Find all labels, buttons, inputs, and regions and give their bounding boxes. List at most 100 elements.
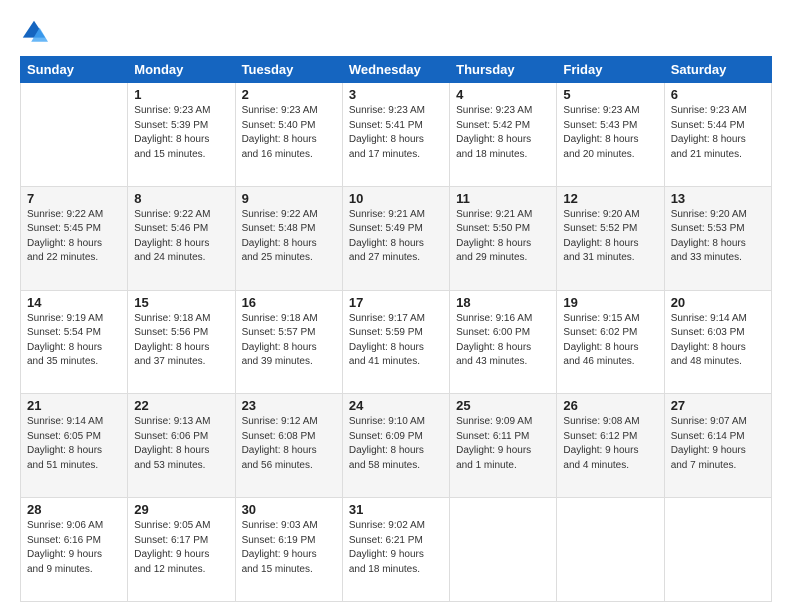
day-number: 25 — [456, 398, 550, 413]
day-number: 30 — [242, 502, 336, 517]
calendar-cell: 8 Sunrise: 9:22 AM Sunset: 5:46 PM Daylig… — [128, 186, 235, 290]
day-info: Sunrise: 9:23 AM Sunset: 5:43 PM Dayligh… — [563, 104, 657, 162]
calendar-cell: 30 Sunrise: 9:03 AM Sunset: 6:19 PM Dayli… — [235, 498, 342, 602]
calendar-header-friday: Friday — [557, 57, 664, 83]
calendar-week-3: 21 Sunrise: 9:14 AM Sunset: 6:05 PM Dayli… — [21, 394, 772, 498]
logo — [20, 18, 52, 46]
day-number: 21 — [27, 398, 121, 413]
day-info: Sunrise: 9:18 AM Sunset: 5:56 PM Dayligh… — [134, 312, 228, 370]
day-info: Sunrise: 9:09 AM Sunset: 6:11 PM Dayligh… — [456, 415, 550, 473]
calendar-cell: 3 Sunrise: 9:23 AM Sunset: 5:41 PM Daylig… — [342, 83, 449, 187]
day-info: Sunrise: 9:21 AM Sunset: 5:49 PM Dayligh… — [349, 208, 443, 266]
calendar-cell: 16 Sunrise: 9:18 AM Sunset: 5:57 PM Dayli… — [235, 290, 342, 394]
day-number: 5 — [563, 87, 657, 102]
day-number: 29 — [134, 502, 228, 517]
calendar-header-wednesday: Wednesday — [342, 57, 449, 83]
calendar-cell: 10 Sunrise: 9:21 AM Sunset: 5:49 PM Dayli… — [342, 186, 449, 290]
calendar-cell: 14 Sunrise: 9:19 AM Sunset: 5:54 PM Dayli… — [21, 290, 128, 394]
day-info: Sunrise: 9:21 AM Sunset: 5:50 PM Dayligh… — [456, 208, 550, 266]
day-info: Sunrise: 9:23 AM Sunset: 5:40 PM Dayligh… — [242, 104, 336, 162]
calendar-header-saturday: Saturday — [664, 57, 771, 83]
day-info: Sunrise: 9:13 AM Sunset: 6:06 PM Dayligh… — [134, 415, 228, 473]
day-info: Sunrise: 9:23 AM Sunset: 5:42 PM Dayligh… — [456, 104, 550, 162]
day-number: 10 — [349, 191, 443, 206]
day-number: 6 — [671, 87, 765, 102]
day-number: 2 — [242, 87, 336, 102]
day-info: Sunrise: 9:20 AM Sunset: 5:53 PM Dayligh… — [671, 208, 765, 266]
day-info: Sunrise: 9:14 AM Sunset: 6:05 PM Dayligh… — [27, 415, 121, 473]
day-info: Sunrise: 9:02 AM Sunset: 6:21 PM Dayligh… — [349, 519, 443, 577]
day-number: 7 — [27, 191, 121, 206]
day-info: Sunrise: 9:20 AM Sunset: 5:52 PM Dayligh… — [563, 208, 657, 266]
calendar-header-monday: Monday — [128, 57, 235, 83]
logo-icon — [20, 18, 48, 46]
day-number: 20 — [671, 295, 765, 310]
day-info: Sunrise: 9:12 AM Sunset: 6:08 PM Dayligh… — [242, 415, 336, 473]
day-number: 12 — [563, 191, 657, 206]
calendar-cell: 21 Sunrise: 9:14 AM Sunset: 6:05 PM Dayli… — [21, 394, 128, 498]
calendar-cell: 18 Sunrise: 9:16 AM Sunset: 6:00 PM Dayli… — [450, 290, 557, 394]
page: SundayMondayTuesdayWednesdayThursdayFrid… — [0, 0, 792, 612]
day-info: Sunrise: 9:23 AM Sunset: 5:41 PM Dayligh… — [349, 104, 443, 162]
day-number: 26 — [563, 398, 657, 413]
calendar-cell: 28Sunrise: 9:06 AM Sunset: 6:16 PM Dayli… — [21, 498, 128, 602]
day-number: 18 — [456, 295, 550, 310]
day-info: Sunrise: 9:06 AM Sunset: 6:16 PM Dayligh… — [27, 519, 121, 577]
calendar-cell: 19Sunrise: 9:15 AM Sunset: 6:02 PM Dayli… — [557, 290, 664, 394]
calendar-cell: 11 Sunrise: 9:21 AM Sunset: 5:50 PM Dayli… — [450, 186, 557, 290]
calendar-week-0: 1Sunrise: 9:23 AM Sunset: 5:39 PM Daylig… — [21, 83, 772, 187]
calendar-cell: 1Sunrise: 9:23 AM Sunset: 5:39 PM Daylig… — [128, 83, 235, 187]
calendar-cell: 26Sunrise: 9:08 AM Sunset: 6:12 PM Dayli… — [557, 394, 664, 498]
day-info: Sunrise: 9:14 AM Sunset: 6:03 PM Dayligh… — [671, 312, 765, 370]
day-info: Sunrise: 9:23 AM Sunset: 5:39 PM Dayligh… — [134, 104, 228, 162]
day-number: 24 — [349, 398, 443, 413]
calendar-header-sunday: Sunday — [21, 57, 128, 83]
calendar-cell: 4 Sunrise: 9:23 AM Sunset: 5:42 PM Daylig… — [450, 83, 557, 187]
calendar-cell: 15 Sunrise: 9:18 AM Sunset: 5:56 PM Dayli… — [128, 290, 235, 394]
calendar-cell: 24 Sunrise: 9:10 AM Sunset: 6:09 PM Dayli… — [342, 394, 449, 498]
header — [20, 18, 772, 46]
calendar-cell: 5 Sunrise: 9:23 AM Sunset: 5:43 PM Daylig… — [557, 83, 664, 187]
day-info: Sunrise: 9:18 AM Sunset: 5:57 PM Dayligh… — [242, 312, 336, 370]
day-number: 31 — [349, 502, 443, 517]
day-number: 13 — [671, 191, 765, 206]
calendar-cell: 13 Sunrise: 9:20 AM Sunset: 5:53 PM Dayli… — [664, 186, 771, 290]
calendar-header-row: SundayMondayTuesdayWednesdayThursdayFrid… — [21, 57, 772, 83]
calendar-cell: 2 Sunrise: 9:23 AM Sunset: 5:40 PM Daylig… — [235, 83, 342, 187]
day-info: Sunrise: 9:05 AM Sunset: 6:17 PM Dayligh… — [134, 519, 228, 577]
calendar-cell — [557, 498, 664, 602]
day-info: Sunrise: 9:17 AM Sunset: 5:59 PM Dayligh… — [349, 312, 443, 370]
calendar-week-4: 28Sunrise: 9:06 AM Sunset: 6:16 PM Dayli… — [21, 498, 772, 602]
day-number: 3 — [349, 87, 443, 102]
day-info: Sunrise: 9:10 AM Sunset: 6:09 PM Dayligh… — [349, 415, 443, 473]
calendar-cell: 20 Sunrise: 9:14 AM Sunset: 6:03 PM Dayli… — [664, 290, 771, 394]
day-number: 17 — [349, 295, 443, 310]
day-number: 9 — [242, 191, 336, 206]
calendar-header-thursday: Thursday — [450, 57, 557, 83]
day-info: Sunrise: 9:16 AM Sunset: 6:00 PM Dayligh… — [456, 312, 550, 370]
calendar-cell — [664, 498, 771, 602]
calendar-cell: 6 Sunrise: 9:23 AM Sunset: 5:44 PM Daylig… — [664, 83, 771, 187]
calendar-week-1: 7Sunrise: 9:22 AM Sunset: 5:45 PM Daylig… — [21, 186, 772, 290]
day-info: Sunrise: 9:22 AM Sunset: 5:46 PM Dayligh… — [134, 208, 228, 266]
day-number: 4 — [456, 87, 550, 102]
calendar-cell: 22 Sunrise: 9:13 AM Sunset: 6:06 PM Dayli… — [128, 394, 235, 498]
calendar-cell: 7Sunrise: 9:22 AM Sunset: 5:45 PM Daylig… — [21, 186, 128, 290]
day-info: Sunrise: 9:03 AM Sunset: 6:19 PM Dayligh… — [242, 519, 336, 577]
day-number: 27 — [671, 398, 765, 413]
day-info: Sunrise: 9:07 AM Sunset: 6:14 PM Dayligh… — [671, 415, 765, 473]
calendar-cell — [450, 498, 557, 602]
calendar-cell: 12 Sunrise: 9:20 AM Sunset: 5:52 PM Dayli… — [557, 186, 664, 290]
day-number: 16 — [242, 295, 336, 310]
calendar-cell: 31 Sunrise: 9:02 AM Sunset: 6:21 PM Dayli… — [342, 498, 449, 602]
calendar-cell: 17 Sunrise: 9:17 AM Sunset: 5:59 PM Dayli… — [342, 290, 449, 394]
day-number: 22 — [134, 398, 228, 413]
day-number: 8 — [134, 191, 228, 206]
day-info: Sunrise: 9:19 AM Sunset: 5:54 PM Dayligh… — [27, 312, 121, 370]
day-info: Sunrise: 9:23 AM Sunset: 5:44 PM Dayligh… — [671, 104, 765, 162]
day-number: 11 — [456, 191, 550, 206]
calendar-header-tuesday: Tuesday — [235, 57, 342, 83]
day-number: 23 — [242, 398, 336, 413]
day-number: 14 — [27, 295, 121, 310]
day-number: 15 — [134, 295, 228, 310]
